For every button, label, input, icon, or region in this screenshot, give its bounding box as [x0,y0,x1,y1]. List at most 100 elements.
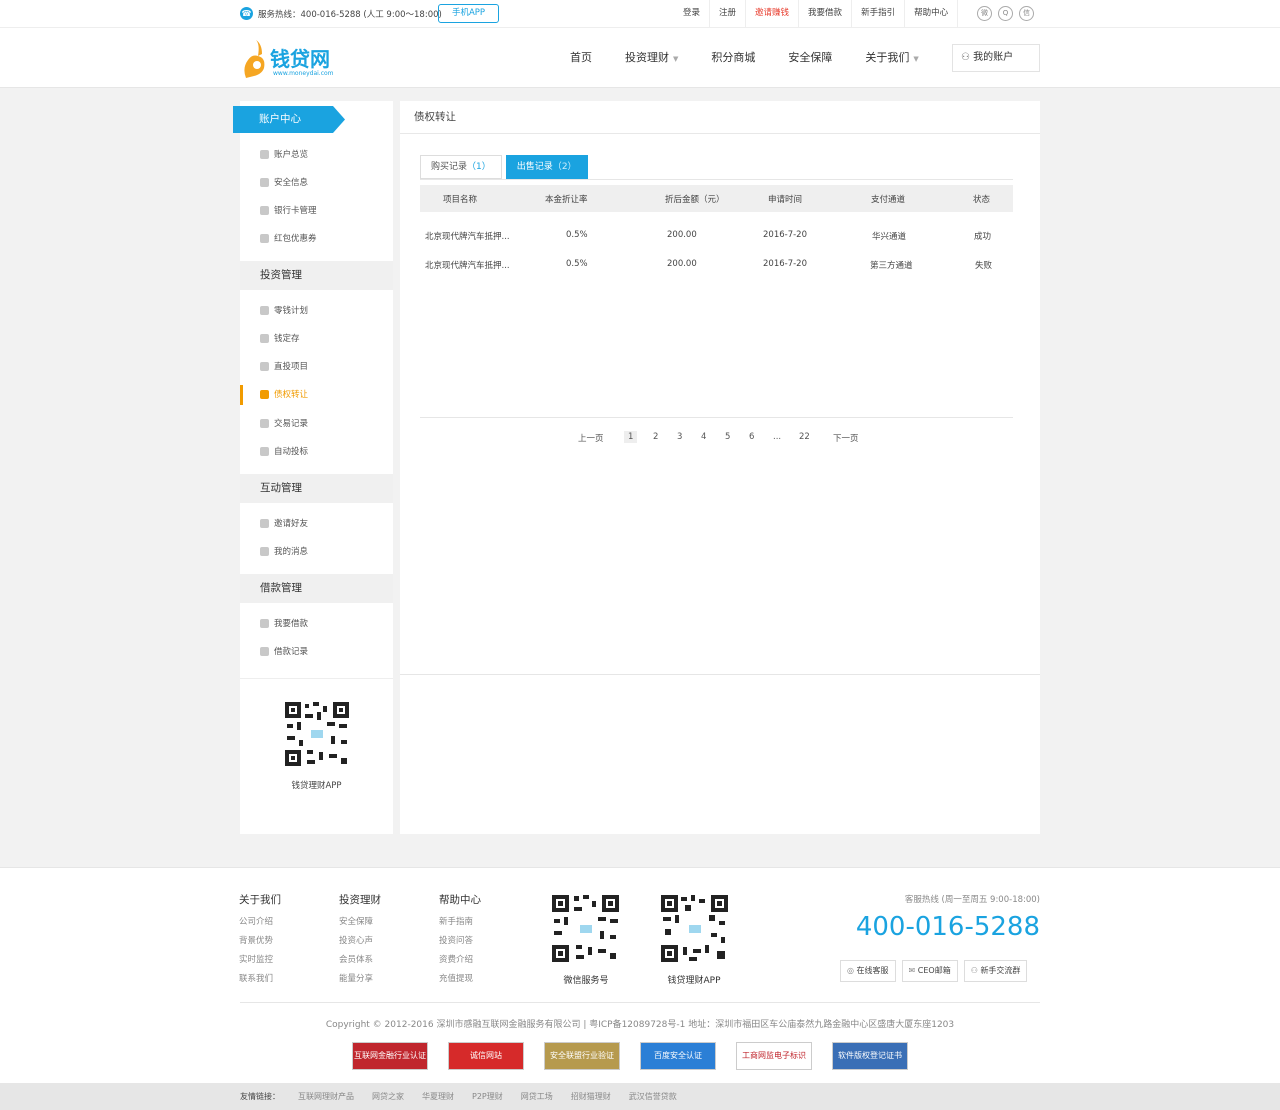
qq-icon[interactable]: Q [998,6,1013,21]
page-2[interactable]: 2 [653,432,658,442]
column-header: 折后金额（元） [665,195,725,205]
sidebar-item-invite[interactable]: 邀请好友 [240,514,393,534]
page-6[interactable]: 6 [749,432,754,442]
next-page-button[interactable]: 下一页 [833,432,859,444]
fintech-cert-badge[interactable]: 互联网金融行业认证 [352,1042,428,1070]
invite-link[interactable]: 邀请赚钱 [746,0,800,27]
bag-icon [260,362,269,371]
page-4[interactable]: 4 [701,432,706,442]
footer-link[interactable]: 投资心声 [339,935,381,948]
footer-link[interactable]: 公司介绍 [239,916,281,929]
main-panel: 债权转让 购买记录（1） 出售记录（2） 项目名称 本金折让率 折后金额（元） … [400,101,1040,834]
chevron-down-icon: ▼ [913,55,919,63]
footer-link[interactable]: 能量分享 [339,973,381,986]
footer-link[interactable]: 投资问答 [439,935,481,948]
friend-link[interactable]: 华夏理财 [422,1083,454,1110]
footer-col-about: 关于我们 公司介绍 背景优势 实时监控 联系我们 [239,892,281,992]
login-link[interactable]: 登录 [674,0,711,27]
page-1[interactable]: 1 [624,431,638,443]
user-icon: ⚇ [961,52,970,63]
nav-home[interactable]: 首页 [558,28,604,88]
weibo-icon[interactable]: 微 [977,6,992,21]
footer-link[interactable]: 联系我们 [239,973,281,986]
sidebar-item-transactions[interactable]: 交易记录 [240,414,393,434]
footer-link[interactable]: 会员体系 [339,954,381,967]
footer-link[interactable]: 充值提现 [439,973,481,986]
sidebar-item-label: 交易记录 [274,419,309,429]
top-links: 登录 注册 邀请赚钱 我要借款 新手指引 帮助中心 [674,0,959,27]
sidebar-item-overview[interactable]: 账户总览 [240,145,393,165]
footer-link[interactable]: 背景优势 [239,935,281,948]
my-account-label: 我的账户 [973,52,1014,63]
sidebar-item-borrow[interactable]: 我要借款 [240,614,393,634]
newbie-guide-link[interactable]: 新手指引 [852,0,906,27]
sidebar-item-loan-records[interactable]: 借款记录 [240,642,393,662]
phone-icon: ☎ [240,7,253,20]
project-name[interactable]: 北京现代牌汽车抵押... [425,230,510,242]
nav-about[interactable]: 关于我们 ▼ [853,28,930,88]
mail-icon: ✉ [908,966,918,975]
my-account-button[interactable]: ⚇ 我的账户 [952,44,1040,72]
logo[interactable]: 钱贷网 www.moneydai.com [240,35,350,81]
tab-count: （1） [467,162,491,172]
wechat-icon[interactable]: 信 [1019,6,1034,21]
credit-site-badge[interactable]: 诚信网站 [448,1042,524,1070]
sidebar-item-label: 借款记录 [274,647,309,657]
footer-link[interactable]: 新手指南 [439,916,481,929]
friend-link[interactable]: 互联网理财产品 [298,1083,354,1110]
business-supervision-badge[interactable]: 工商网监电子标识 [736,1042,812,1070]
copyright: Copyright © 2012-2016 深圳市感融互联网金融服务有限公司 |… [325,1020,955,1030]
help-center-link[interactable]: 帮助中心 [905,0,959,27]
mobile-app-button[interactable]: 手机APP [438,4,499,23]
sidebar-item-bank-card[interactable]: 银行卡管理 [240,201,393,221]
nav-home-label: 首页 [570,51,592,64]
friend-link[interactable]: P2P理财 [472,1083,503,1110]
sidebar-head[interactable]: 账户中心 [233,106,345,133]
sidebar-item-label: 邀请好友 [274,519,309,529]
baidu-security-badge[interactable]: 百度安全认证 [640,1042,716,1070]
footer-link[interactable]: 安全保障 [339,916,381,929]
friend-link[interactable]: 网贷之家 [372,1083,404,1110]
register-link[interactable]: 注册 [710,0,747,27]
tab-purchase-records[interactable]: 购买记录（1） [420,155,502,179]
nav-security[interactable]: 安全保障 [776,28,844,88]
sidebar-item-change-plan[interactable]: 零钱计划 [240,301,393,321]
sidebar-item-label: 自动投标 [274,447,309,457]
page-22[interactable]: 22 [799,432,810,442]
footer-link[interactable]: 资费介绍 [439,954,481,967]
footer-col-head: 关于我们 [239,894,281,906]
project-name[interactable]: 北京现代牌汽车抵押... [425,259,510,271]
sidebar-item-messages[interactable]: 我的消息 [240,542,393,562]
security-alliance-badge[interactable]: 安全联盟行业验证 [544,1042,620,1070]
sidebar-item-auto-bid[interactable]: 自动投标 [240,442,393,462]
sidebar-item-label: 零钱计划 [274,306,309,316]
friend-link[interactable]: 网贷工场 [521,1083,553,1110]
online-service-button[interactable]: ◎ 在线客服 [840,960,896,982]
nav-mall-label: 积分商城 [711,51,756,64]
nav-security-label: 安全保障 [788,51,833,64]
ceo-mail-button[interactable]: ✉ CEO邮箱 [901,960,958,982]
page-ellipsis: ... [773,432,782,442]
sidebar-item-security[interactable]: 安全信息 [240,173,393,193]
footer-link[interactable]: 实时监控 [239,954,281,967]
prev-page-button[interactable]: 上一页 [578,432,604,444]
friend-link[interactable]: 武汉信誉贷款 [629,1083,677,1110]
borrow-link[interactable]: 我要借款 [799,0,853,27]
hotline-label: 客服热线 (周一至周五 9:00-18:00) [904,895,1040,905]
software-copyright-badge[interactable]: 软件版权登记证书 [832,1042,908,1070]
tab-sale-records[interactable]: 出售记录（2） [505,155,588,179]
nav-mall[interactable]: 积分商城 [699,28,767,88]
sidebar-item-fixed-deposit[interactable]: 钱定存 [240,329,393,349]
nav-invest[interactable]: 投资理财 ▼ [613,28,690,88]
sidebar-item-direct-project[interactable]: 直投项目 [240,357,393,377]
page-5[interactable]: 5 [725,432,730,442]
page-3[interactable]: 3 [677,432,682,442]
home-icon [260,150,269,159]
sidebar-item-debt-transfer[interactable]: 债权转让 [240,385,393,405]
sidebar-item-coupons[interactable]: 红包优惠券 [240,229,393,249]
sidebar-item-label: 银行卡管理 [274,206,317,216]
friend-link[interactable]: 招财猫理财 [571,1083,611,1110]
nav-invest-label: 投资理财 [625,51,669,64]
newbie-group-button[interactable]: ⚇ 新手交流群 [963,960,1028,982]
friend-links-bar: 友情链接： 互联网理财产品 网贷之家 华夏理财 P2P理财 网贷工场 招财猫理财… [0,1083,1280,1110]
